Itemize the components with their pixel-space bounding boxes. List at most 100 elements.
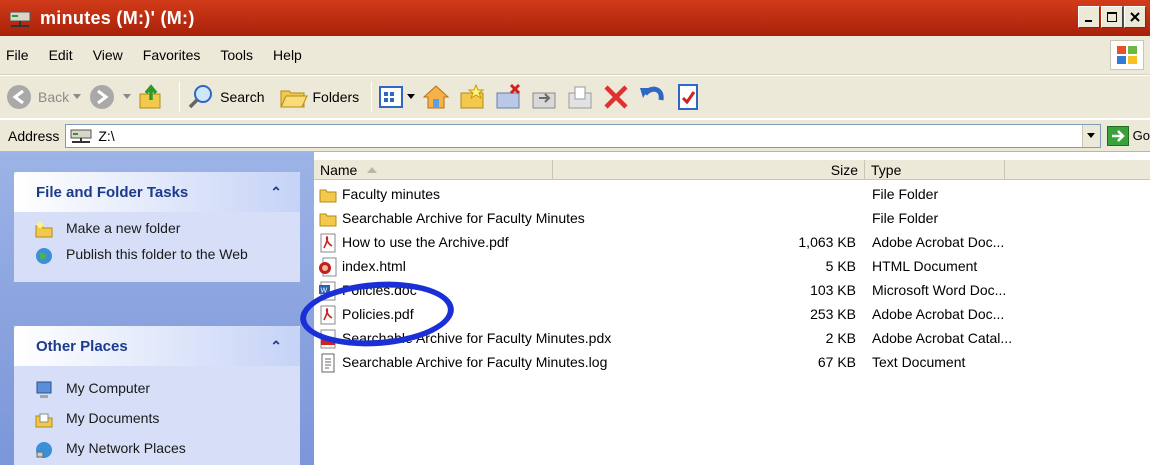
collapse-chevron-icon[interactable]: ⌃ [270,338,282,355]
network-drive-icon [70,129,92,143]
column-label: Name [320,162,358,178]
maximize-button[interactable] [1101,6,1123,28]
column-header-type[interactable]: Type [865,160,1005,180]
chevron-down-icon [1087,132,1096,138]
folder-icon [319,213,337,227]
file-row[interactable]: Faculty minutes File Folder [314,183,1150,207]
address-bar: Address Z:\ Go [0,119,1150,152]
computer-icon [36,381,52,398]
forward-button[interactable] [87,82,132,112]
move-to-icon [532,92,556,109]
panel-title: Other Places [36,337,128,355]
file-type: Adobe Acrobat Doc... [872,306,1005,322]
panel-title: File and Folder Tasks [36,183,189,201]
home-button[interactable] [421,82,451,112]
file-name: Searchable Archive for Faculty Minutes.l… [342,354,608,370]
new-folder-button[interactable] [457,82,487,112]
folders-label: Folders [312,89,360,105]
file-size: 253 KB [810,306,856,322]
back-button[interactable]: Back [4,82,82,112]
my-network-places-link[interactable]: My Network Places [34,440,290,460]
forward-arrow-icon [90,85,115,109]
other-places-panel: Other Places ⌃ My Computer My Documents … [14,326,300,465]
search-button[interactable]: Search [186,82,264,112]
address-dropdown-button[interactable] [1081,124,1100,147]
file-type: HTML Document [872,258,978,274]
other-places-body: My Computer My Documents My Network Plac… [14,366,300,465]
file-row[interactable]: Searchable Archive for Faculty Minutes.p… [314,327,1150,351]
publish-folder-link[interactable]: Publish this folder to the Web [34,246,290,266]
menu-favorites[interactable]: Favorites [143,47,201,63]
folders-icon [280,90,309,108]
file-folder-tasks-body: Make a new folder Publish this folder to… [14,212,300,282]
file-row[interactable]: How to use the Archive.pdf 1,063 KB Adob… [314,231,1150,255]
file-folder-tasks-header[interactable]: File and Folder Tasks ⌃ [14,172,300,212]
make-new-folder-link[interactable]: Make a new folder [34,220,290,240]
task-label: My Documents [66,410,160,426]
delete-button[interactable] [601,82,631,112]
file-size: 1,063 KB [798,234,856,250]
new-folder-icon [35,222,53,238]
file-name: Faculty minutes [342,186,441,202]
undo-button[interactable] [637,82,667,112]
copy-to-icon [568,86,592,109]
file-type: Adobe Acrobat Catal... [872,330,1013,346]
file-size: 2 KB [825,330,856,346]
column-header-name[interactable]: Name [314,160,553,180]
menu-file[interactable]: File [6,47,29,63]
menu-edit[interactable]: Edit [49,47,73,63]
window-title: minutes (M:)' (M:) [40,7,195,28]
other-places-header[interactable]: Other Places ⌃ [14,326,300,366]
delete-folder-button[interactable] [493,82,523,112]
file-type: File Folder [872,210,939,226]
task-label: My Network Places [66,440,186,456]
home-icon [422,85,450,109]
copy-to-button[interactable] [565,82,595,112]
file-type: Text Document [872,354,966,370]
menu-tools[interactable]: Tools [220,47,253,63]
menu-help[interactable]: Help [273,47,302,63]
file-row[interactable]: Searchable Archive for Faculty Minutes F… [314,207,1150,231]
file-size: 67 KB [817,354,856,370]
file-type: Microsoft Word Doc... [872,282,1007,298]
folder-icon [319,189,337,203]
close-icon [1130,12,1140,22]
go-button[interactable]: Go [1106,125,1150,146]
column-label: Size [830,162,858,178]
chevron-down-icon [123,94,132,99]
minimize-button[interactable] [1078,6,1100,28]
pdf-icon [320,233,336,253]
move-to-button[interactable] [529,82,559,112]
html-icon [319,257,337,277]
back-label: Back [38,89,70,105]
views-button[interactable] [378,84,416,110]
menu-bar: File Edit View Favorites Tools Help [0,36,1150,75]
menu-view[interactable]: View [93,47,123,63]
folders-button[interactable]: Folders [278,82,359,112]
column-header-size[interactable]: Size [553,160,865,180]
my-computer-link[interactable]: My Computer [34,380,290,400]
task-pane: File and Folder Tasks ⌃ Make a new folde… [0,152,314,465]
chevron-down-icon [407,94,416,99]
task-label: My Computer [66,380,151,396]
up-folder-button[interactable] [137,82,167,112]
address-input[interactable]: Z:\ [65,123,1101,148]
my-documents-link[interactable]: My Documents [34,410,290,430]
address-label: Address [8,127,60,144]
up-folder-icon [139,84,161,109]
file-type: Adobe Acrobat Doc... [872,234,1005,250]
file-row[interactable]: Searchable Archive for Faculty Minutes.l… [314,351,1150,375]
chevron-down-icon [73,94,82,99]
task-label: Make a new folder [66,220,181,236]
file-name: index.html [342,258,406,274]
properties-button[interactable] [673,82,703,112]
task-label: Publish this folder to the Web [66,246,248,262]
close-button[interactable] [1124,6,1146,28]
standard-toolbar: Back Search Folders [0,76,1150,118]
collapse-chevron-icon[interactable]: ⌃ [270,184,282,201]
file-row[interactable]: index.html 5 KB HTML Document [314,255,1150,279]
text-icon [321,353,335,373]
windows-logo-icon [1110,40,1144,70]
go-label: Go [1132,128,1150,143]
globe-icon [36,248,52,264]
